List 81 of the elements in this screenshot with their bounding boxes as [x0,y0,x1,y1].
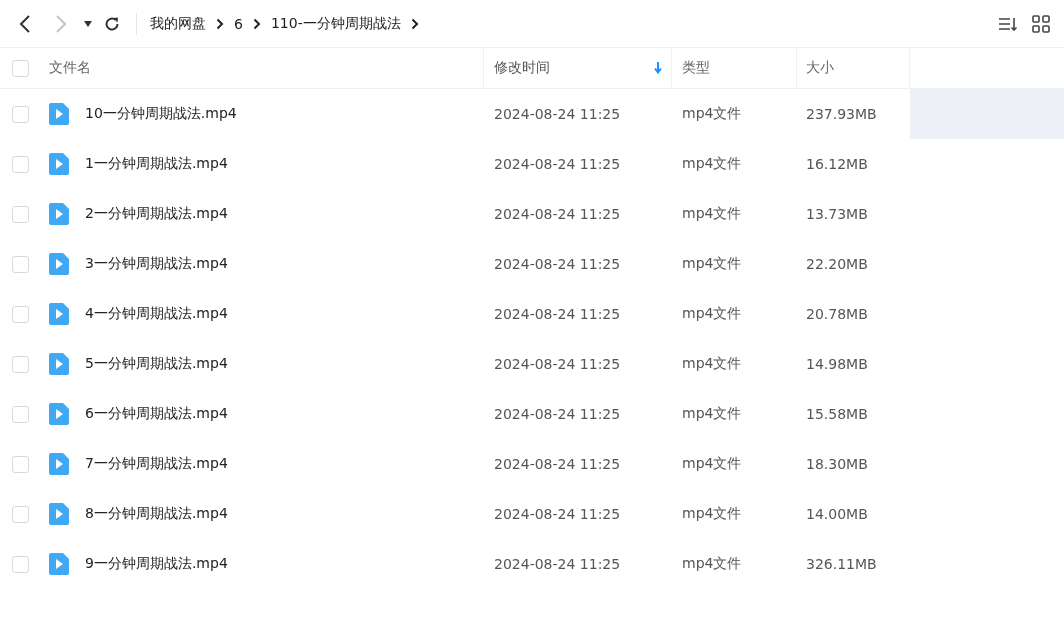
sort-arrow-icon [654,62,662,74]
file-type: mp4文件 [682,505,742,523]
file-name[interactable]: 9一分钟周期战法.mp4 [85,555,228,573]
row-checkbox[interactable] [11,155,29,173]
row-checkbox[interactable] [11,305,29,323]
file-size: 14.00MB [806,506,868,522]
chevron-icon [252,17,261,30]
modified-time: 2024-08-24 11:25 [494,206,621,222]
file-size: 16.12MB [806,156,868,172]
modified-time: 2024-08-24 11:25 [494,406,621,422]
file-name[interactable]: 6一分钟周期战法.mp4 [85,405,228,423]
video-file-icon [49,103,69,125]
breadcrumb-item[interactable]: 我的网盘 [150,14,206,33]
row-checkbox[interactable] [11,405,29,423]
back-icon[interactable] [19,14,31,33]
modified-time: 2024-08-24 11:25 [494,156,621,172]
modified-time: 2024-08-24 11:25 [494,506,621,522]
video-file-icon [49,303,69,325]
refresh-icon[interactable] [104,15,120,32]
file-size: 22.20MB [806,256,868,272]
column-header[interactable]: 修改时间 [494,59,550,77]
column-header[interactable]: 文件名 [49,59,91,77]
video-file-icon [49,353,69,375]
dropdown-icon[interactable] [84,20,92,27]
chevron-icon [410,17,419,30]
file-size: 326.11MB [806,556,877,572]
column-header-cell[interactable]: 修改时间 [484,48,672,88]
file-size: 14.98MB [806,356,868,372]
row-checkbox[interactable] [11,505,29,523]
file-type: mp4文件 [682,405,742,423]
column-header[interactable]: 大小 [806,59,834,77]
breadcrumb-item[interactable]: 6 [234,15,243,32]
file-size: 15.58MB [806,406,868,422]
video-file-icon [49,253,69,275]
modified-time: 2024-08-24 11:25 [494,256,621,272]
file-name[interactable]: 2一分钟周期战法.mp4 [85,205,228,223]
file-name[interactable]: 4一分钟周期战法.mp4 [85,305,228,323]
grid-view-icon[interactable] [1032,14,1050,33]
video-file-icon [49,153,69,175]
file-type: mp4文件 [682,355,742,373]
row-checkbox[interactable] [11,255,29,273]
row-checkbox[interactable] [11,355,29,373]
file-name[interactable]: 3一分钟周期战法.mp4 [85,255,228,273]
modified-time: 2024-08-24 11:25 [494,306,621,322]
file-size: 18.30MB [806,456,868,472]
file-size: 13.73MB [806,206,868,222]
video-file-icon [49,203,69,225]
breadcrumb-item[interactable]: 110-一分钟周期战法 [270,14,401,33]
modified-time: 2024-08-24 11:25 [494,356,621,372]
column-header-cell[interactable]: 文件名 [40,48,484,88]
file-type: mp4文件 [682,455,742,473]
file-type: mp4文件 [682,255,742,273]
modified-time: 2024-08-24 11:25 [494,556,621,572]
modified-time: 2024-08-24 11:25 [494,456,621,472]
video-file-icon [49,553,69,575]
column-header-cell[interactable]: 大小 [797,48,910,88]
file-type: mp4文件 [682,555,742,573]
video-file-icon [49,503,69,525]
file-size: 20.78MB [806,306,868,322]
select-all-checkbox[interactable] [11,59,29,77]
file-type: mp4文件 [682,105,742,123]
chevron-icon [216,17,224,30]
file-name[interactable]: 10一分钟周期战法.mp4 [85,105,237,123]
file-name[interactable]: 7一分钟周期战法.mp4 [85,455,228,473]
sort-icon[interactable] [998,15,1018,32]
row-checkbox[interactable] [11,105,29,123]
file-name[interactable]: 1一分钟周期战法.mp4 [85,155,228,173]
file-name[interactable]: 5一分钟周期战法.mp4 [85,355,228,373]
column-header[interactable]: 类型 [682,59,710,77]
file-type: mp4文件 [682,155,742,173]
file-type: mp4文件 [682,305,742,323]
modified-time: 2024-08-24 11:25 [494,106,621,122]
file-size: 237.93MB [806,106,877,122]
file-name[interactable]: 8一分钟周期战法.mp4 [85,505,228,523]
column-header-cell[interactable]: 类型 [672,48,797,88]
row-checkbox[interactable] [11,205,29,223]
video-file-icon [49,453,69,475]
video-file-icon [49,403,69,425]
file-type: mp4文件 [682,205,742,223]
row-checkbox[interactable] [11,555,29,573]
row-checkbox[interactable] [11,455,29,473]
